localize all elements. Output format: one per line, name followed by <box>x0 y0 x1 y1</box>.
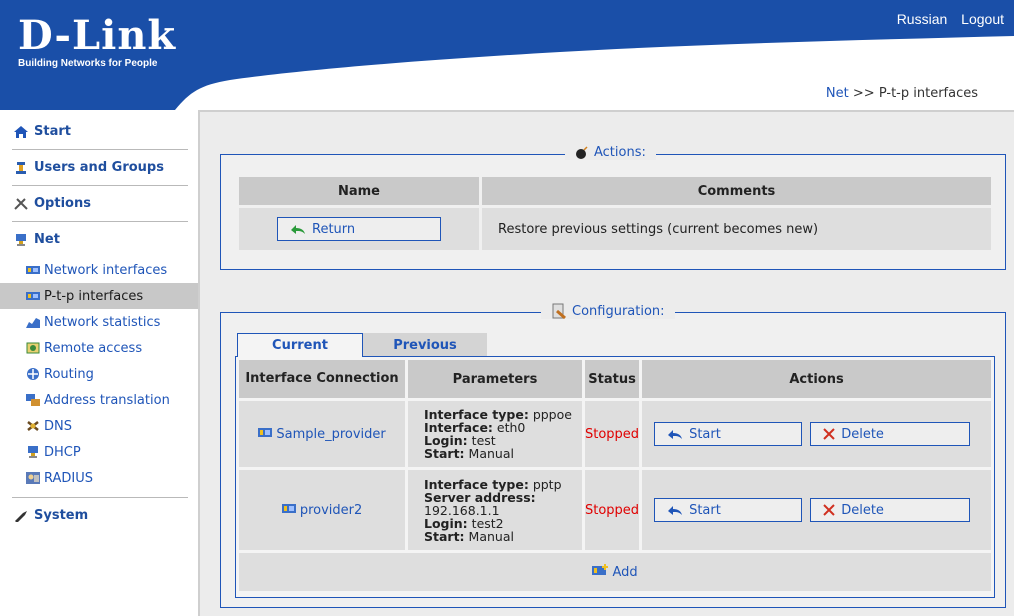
net-icon <box>16 233 26 246</box>
sidebar-item-net[interactable]: Net <box>0 222 198 257</box>
sidebar-item-label: Network interfaces <box>44 262 168 278</box>
logout-link[interactable]: Logout <box>961 11 1004 27</box>
interface-link-provider2[interactable]: provider2 <box>281 503 362 518</box>
delete-button[interactable]: Delete <box>810 422 971 446</box>
actions-header-name: Name <box>239 177 479 205</box>
actions-header-comments: Comments <box>482 177 991 205</box>
configuration-icon <box>552 303 566 319</box>
config-header-parameters: Parameters <box>408 360 582 398</box>
dns-icon <box>27 421 39 431</box>
users-icon <box>16 161 26 174</box>
dlink-logo: D-Link Building Networks for People <box>18 12 177 70</box>
sidebar-item-users-and-groups[interactable]: Users and Groups <box>0 150 198 185</box>
chart-icon <box>26 318 40 328</box>
sidebar-item-label: Routing <box>44 366 94 382</box>
language-link[interactable]: Russian <box>897 11 948 27</box>
header-links: Russian Logout <box>887 11 1004 27</box>
tab-previous[interactable]: Previous <box>363 333 487 357</box>
parameters-cell: Interface type: pptp Server address: 192… <box>408 470 582 550</box>
start-button[interactable]: Start <box>654 422 803 446</box>
sidebar-item-options[interactable]: Options <box>0 186 198 221</box>
status-badge: Stopped <box>585 401 640 467</box>
sidebar-item-remote-access[interactable]: Remote access <box>0 335 198 361</box>
actions-table: Name Comments Return Restore previous se… <box>236 174 994 253</box>
config-header-status: Status <box>585 360 640 398</box>
sidebar-item-address-translation[interactable]: Address translation <box>0 387 198 413</box>
add-row: Add <box>239 553 991 591</box>
table-row: provider2 Interface type: pptp Server ad… <box>239 470 991 550</box>
sidebar-item-label: Start <box>34 124 71 139</box>
tools-icon <box>14 197 28 210</box>
main-content: Actions: Name Comments Return Restore pr… <box>198 110 1014 616</box>
sidebar-item-label: Remote access <box>44 340 143 356</box>
ptp-icon <box>26 292 40 300</box>
sidebar: Start Users and Groups Options Net Netwo… <box>0 110 198 616</box>
return-comment: Restore previous settings (current becom… <box>482 208 991 250</box>
interface-cell: Sample_provider <box>239 401 405 467</box>
actions-fieldset: Actions: Name Comments Return Restore pr… <box>220 145 1006 270</box>
sidebar-item-label: DHCP <box>44 444 81 460</box>
sidebar-item-network-statistics[interactable]: Network statistics <box>0 309 198 335</box>
breadcrumb-net-link[interactable]: Net <box>826 86 849 101</box>
sidebar-item-label: P-t-p interfaces <box>44 288 144 304</box>
config-header-actions: Actions <box>642 360 991 398</box>
sidebar-item-label: Users and Groups <box>34 160 164 175</box>
actions-legend: Actions: <box>565 145 656 160</box>
status-badge: Stopped <box>585 470 640 550</box>
add-connection-icon <box>592 564 609 575</box>
bomb-icon <box>576 145 588 159</box>
sidebar-item-radius[interactable]: RADIUS <box>0 465 198 491</box>
routing-icon <box>27 368 39 380</box>
breadcrumb: Net >> P-t-p interfaces <box>826 86 978 101</box>
config-header-interface: Interface Connection <box>239 360 405 398</box>
delete-x-icon <box>823 428 835 440</box>
system-icon <box>15 510 27 522</box>
sidebar-item-start[interactable]: Start <box>0 114 198 149</box>
table-row: Sample_provider Interface type: pppoe In… <box>239 401 991 467</box>
return-button[interactable]: Return <box>277 217 441 241</box>
nat-icon <box>26 394 40 406</box>
start-arrow-icon <box>668 430 683 439</box>
sidebar-item-label: Address translation <box>44 392 170 408</box>
tab-current[interactable]: Current <box>237 333 363 357</box>
configuration-fieldset: Configuration: Current Previous Interfac… <box>220 303 1006 608</box>
network-card-icon <box>26 266 40 274</box>
sidebar-item-label: System <box>34 508 89 523</box>
configuration-table: Interface Connection Parameters Status A… <box>236 357 994 594</box>
connection-icon <box>281 503 296 513</box>
sidebar-item-label: DNS <box>44 418 72 434</box>
sidebar-item-label: Options <box>34 196 91 211</box>
dhcp-icon <box>28 446 38 458</box>
return-arrow-icon <box>291 225 305 234</box>
sidebar-item-ptp-interfaces[interactable]: P-t-p interfaces <box>0 283 198 309</box>
delete-x-icon <box>823 504 835 516</box>
sidebar-item-network-interfaces[interactable]: Network interfaces <box>0 257 198 283</box>
start-button[interactable]: Start <box>654 498 803 522</box>
sidebar-item-label: Net <box>34 232 60 247</box>
actions-cell: Start Delete <box>642 470 991 550</box>
sidebar-item-dhcp[interactable]: DHCP <box>0 439 198 465</box>
actions-cell: Start Delete <box>642 401 991 467</box>
sidebar-item-system[interactable]: System <box>0 498 198 533</box>
home-icon <box>14 125 28 138</box>
configuration-legend: Configuration: <box>541 303 675 319</box>
interface-cell: provider2 <box>239 470 405 550</box>
remote-icon <box>26 342 40 354</box>
breadcrumb-separator: >> <box>852 86 875 101</box>
sidebar-item-label: RADIUS <box>44 470 94 486</box>
sidebar-item-routing[interactable]: Routing <box>0 361 198 387</box>
connection-icon <box>258 427 273 437</box>
sidebar-item-dns[interactable]: DNS <box>0 413 198 439</box>
parameters-cell: Interface type: pppoe Interface: eth0 Lo… <box>408 401 582 467</box>
breadcrumb-current: P-t-p interfaces <box>878 86 978 101</box>
start-arrow-icon <box>668 506 683 515</box>
sidebar-item-label: Network statistics <box>44 314 161 330</box>
radius-icon <box>26 472 40 484</box>
interface-link-sample-provider[interactable]: Sample_provider <box>258 427 386 442</box>
add-button[interactable]: Add <box>592 564 638 580</box>
tab-panel: Interface Connection Parameters Status A… <box>235 356 995 598</box>
delete-button[interactable]: Delete <box>810 498 971 522</box>
actions-name-cell: Return <box>239 208 479 250</box>
